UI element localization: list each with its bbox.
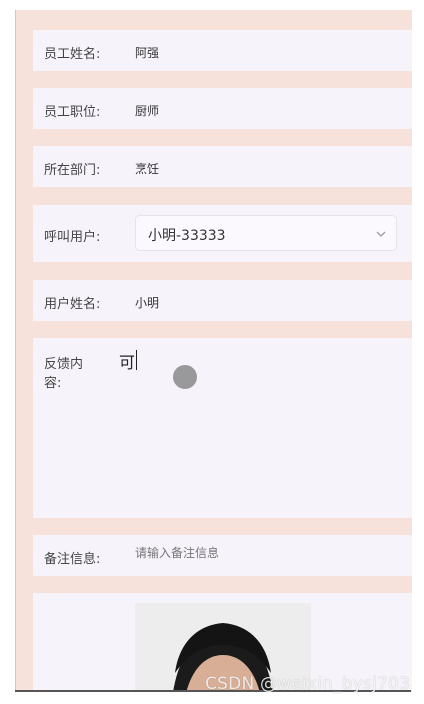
employee-position-label: 员工职位: bbox=[44, 105, 101, 120]
employee-name-label: 员工姓名: bbox=[44, 47, 101, 62]
feedback-text: 可 bbox=[119, 353, 136, 372]
user-name-label: 用户姓名: bbox=[44, 297, 101, 312]
remark-label: 备注信息: bbox=[44, 552, 101, 567]
call-user-select[interactable]: 小明-33333 bbox=[135, 215, 397, 251]
call-user-selected-value: 小明-33333 bbox=[148, 228, 226, 244]
department-row: 所在部门: 烹饪 bbox=[33, 146, 412, 187]
department-value: 烹饪 bbox=[135, 162, 160, 176]
call-user-label: 呼叫用户: bbox=[44, 230, 101, 245]
text-caret bbox=[136, 350, 137, 370]
form-container: 员工姓名: 阿强 员工职位: 厨师 所在部门: 烹饪 呼叫用户: 小明-3333… bbox=[15, 10, 412, 692]
feedback-textarea[interactable]: 可 bbox=[113, 338, 412, 518]
department-label: 所在部门: bbox=[44, 163, 101, 178]
touch-cursor-indicator bbox=[173, 365, 197, 389]
employee-position-value: 厨师 bbox=[135, 104, 160, 118]
remark-input[interactable] bbox=[135, 544, 395, 562]
watermark: CSDN @weixin_bysj703 bbox=[205, 674, 410, 694]
feedback-row: 反馈内 容: 可 bbox=[33, 338, 412, 518]
feedback-label-line2: 容: bbox=[44, 376, 62, 391]
employee-name-row: 员工姓名: 阿强 bbox=[33, 30, 412, 71]
user-name-value: 小明 bbox=[135, 296, 160, 310]
chevron-down-icon bbox=[376, 231, 386, 237]
employee-position-row: 员工职位: 厨师 bbox=[33, 88, 412, 129]
feedback-label-line1: 反馈内 bbox=[44, 357, 84, 372]
remark-row: 备注信息: bbox=[33, 535, 412, 576]
employee-name-value: 阿强 bbox=[135, 46, 160, 60]
user-name-row: 用户姓名: 小明 bbox=[33, 280, 412, 321]
call-user-row: 呼叫用户: 小明-33333 bbox=[33, 205, 412, 262]
